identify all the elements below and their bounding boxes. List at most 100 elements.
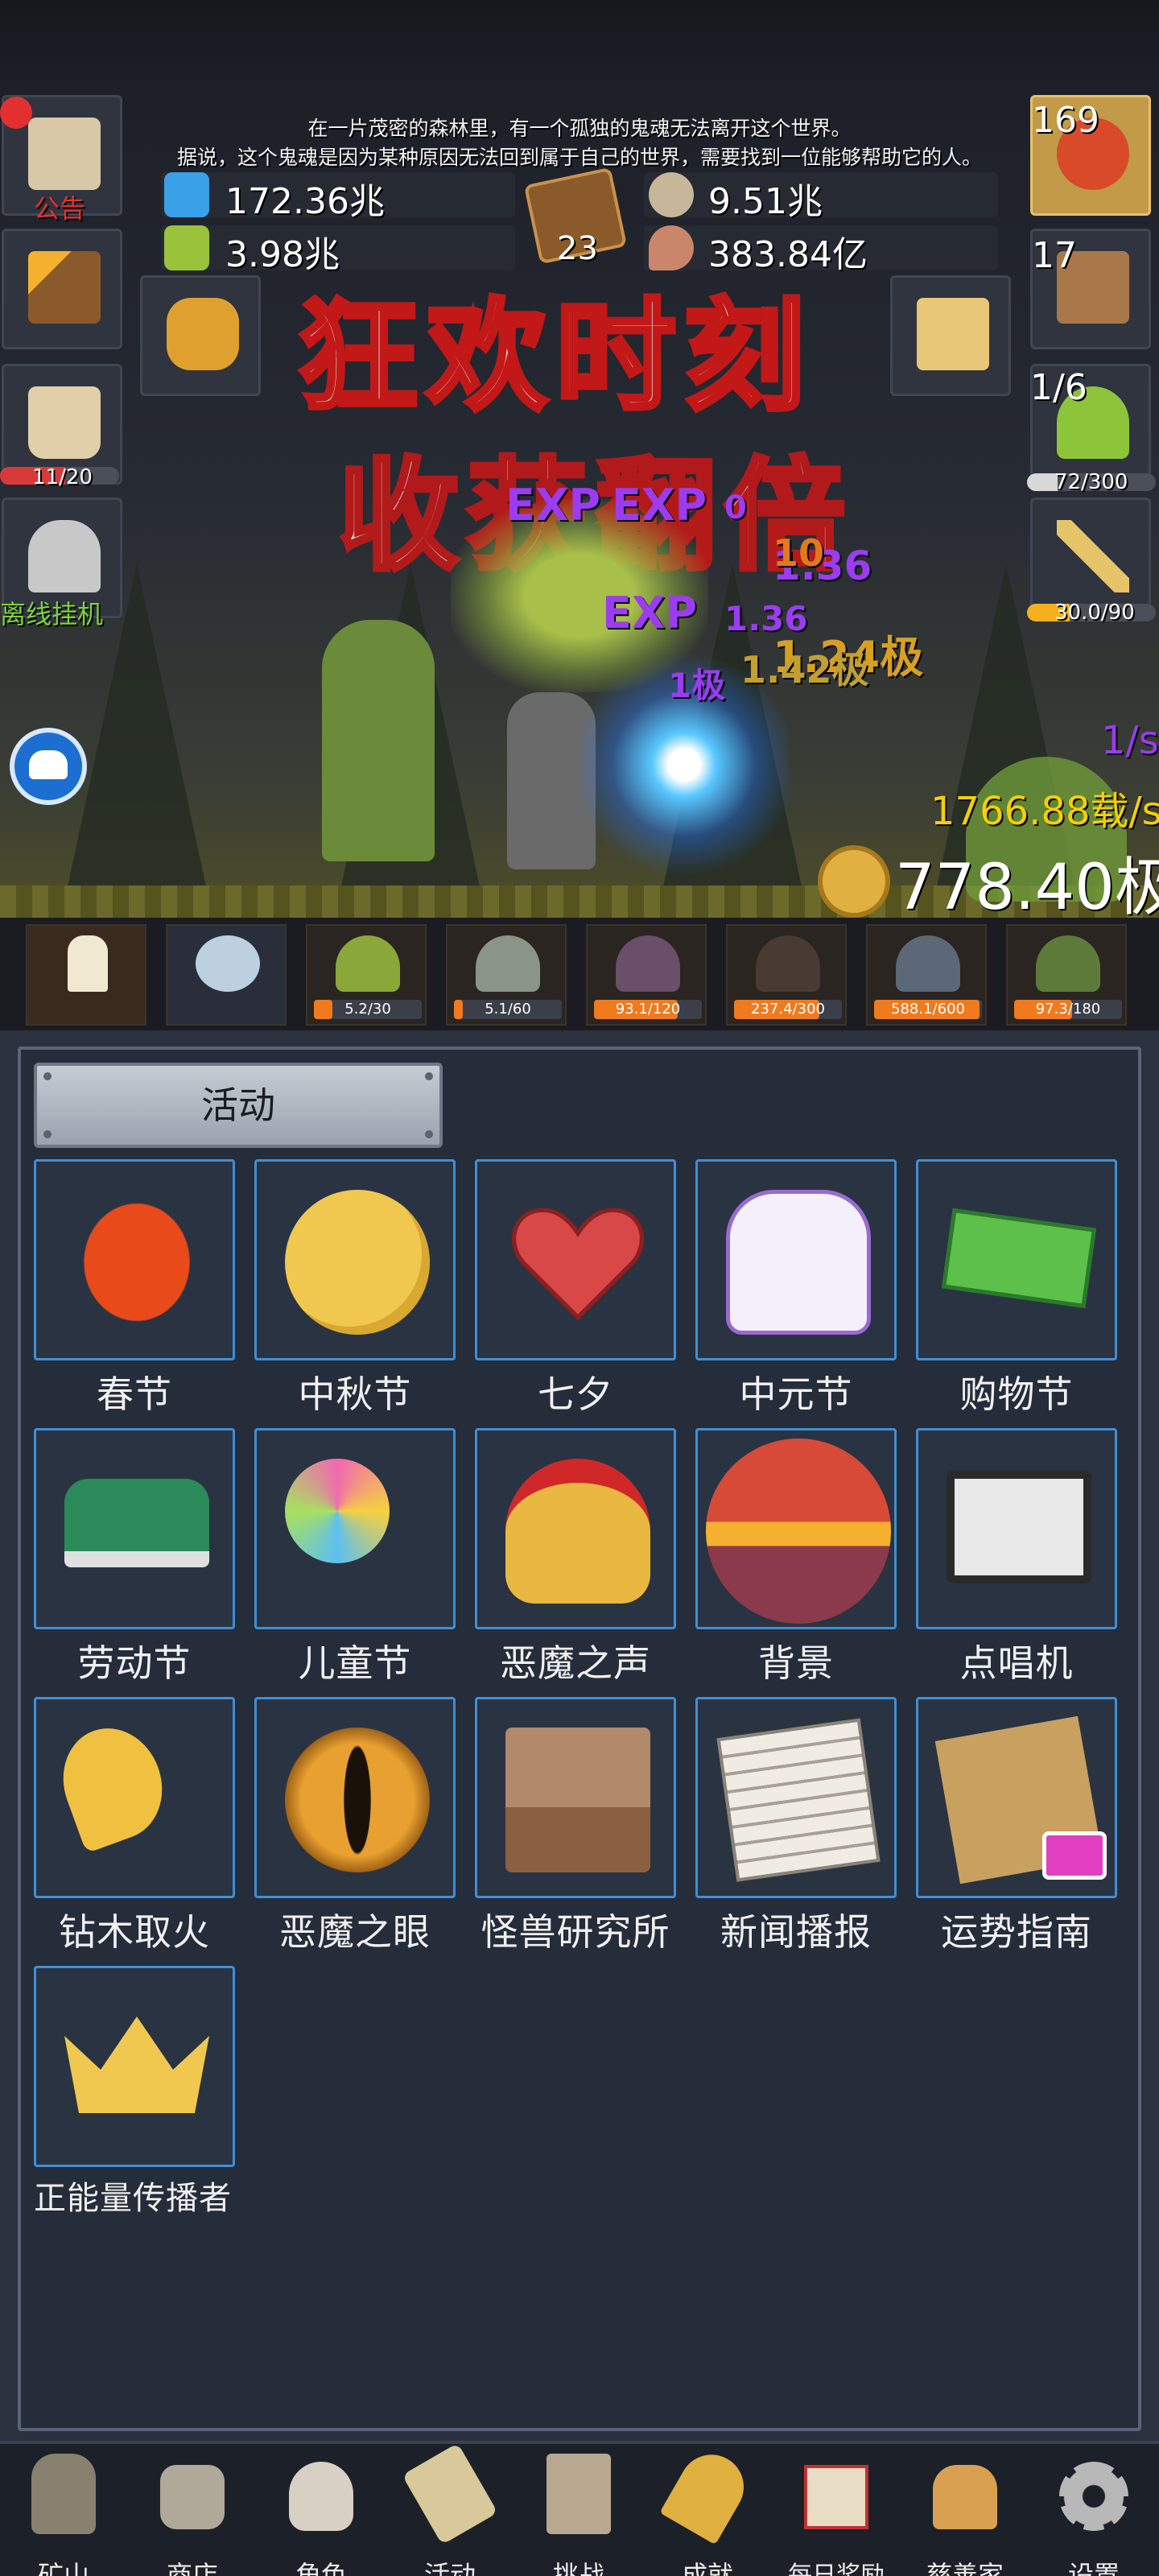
nav-settings[interactable]: 设置 <box>1033 2449 1154 2576</box>
activity-label: 正能量传播者 <box>34 2180 232 2217</box>
coin-small-icon <box>649 172 694 217</box>
nav-label: 活动 <box>423 2560 476 2576</box>
monster-slot[interactable]: 5.1/60 <box>446 924 567 1026</box>
activity-item-qixi[interactable]: 七夕 <box>475 1159 676 1418</box>
tab-activity-label: 活动 <box>201 1084 275 1127</box>
monster-progress-text: 5.2/30 <box>344 1001 391 1018</box>
activity-item-jukebox[interactable]: 点唱机 <box>916 1428 1117 1687</box>
activity-tile[interactable] <box>254 1428 456 1629</box>
monster-slot[interactable]: 5.2/30 <box>306 924 427 1026</box>
sunset-icon <box>706 1439 891 1624</box>
monster-slot[interactable]: 588.1/600 <box>866 924 987 1026</box>
crown-icon <box>64 2017 209 2113</box>
slime-progress-text: 72/300 <box>1054 470 1128 494</box>
activity-tile[interactable] <box>254 1697 456 1898</box>
egg-slot[interactable] <box>166 924 287 1026</box>
activity-item-ghost-festival[interactable]: 中元节 <box>695 1159 897 1418</box>
goblin-icon <box>1036 935 1100 992</box>
activity-item-fire-drill[interactable]: 钻木取火 <box>34 1697 235 1956</box>
game-scene[interactable]: 在一片茂密的森林里，有一个孤独的鬼魂无法离开这个世界。 据说，这个鬼魂是因为某种… <box>0 0 1159 1030</box>
nav-character[interactable]: 角色 <box>261 2449 382 2576</box>
income-rate: 1766.88载/s <box>930 789 1159 834</box>
activity-item-demon-voice[interactable]: 恶魔之声 <box>475 1428 676 1687</box>
activity-tile[interactable] <box>34 1966 235 2167</box>
newspaper-icon <box>716 1718 881 1882</box>
monster-selector: 5.2/30 5.1/60 93.1/120 237.4/300 588.1/6… <box>0 918 1159 1030</box>
activity-tile[interactable] <box>916 1697 1117 1898</box>
tab-activity[interactable]: 活动 <box>34 1063 443 1148</box>
activity-tile[interactable] <box>916 1159 1117 1360</box>
activity-tile[interactable] <box>34 1428 235 1629</box>
activity-label: 恶魔之声 <box>500 1641 651 1685</box>
activity-tile[interactable] <box>475 1428 676 1629</box>
activity-label: 购物节 <box>959 1373 1074 1416</box>
activity-item-positive-energy[interactable]: 正能量传播者 <box>34 1966 235 2219</box>
potion-count: 169 <box>1032 100 1099 141</box>
player-character <box>322 620 435 861</box>
nav-achievement[interactable]: 成就 <box>647 2442 768 2576</box>
rivet <box>43 1072 52 1080</box>
activity-item-labor-day[interactable]: 劳动节 <box>34 1428 235 1687</box>
exp-popup: EXP <box>505 480 601 530</box>
gear-icon <box>1059 2462 1128 2531</box>
damage-number: 1.42极 <box>740 648 869 691</box>
story-line-2: 据说，这个鬼魂是因为某种原因无法回到属于自己的世界，需要找到一位能够帮助它的人。 <box>176 146 982 169</box>
spider-icon <box>756 935 820 992</box>
activity-tile[interactable] <box>916 1428 1117 1629</box>
rivet <box>425 1130 433 1138</box>
rivet <box>425 1072 433 1080</box>
activity-tile[interactable] <box>254 1159 456 1360</box>
activity-item-mid-autumn[interactable]: 中秋节 <box>254 1159 456 1418</box>
scroll-icon <box>28 118 101 190</box>
nav-label: 挑战 <box>552 2560 604 2576</box>
activity-label: 新闻播报 <box>720 1910 872 1954</box>
activity-tile[interactable] <box>695 1697 897 1898</box>
nav-daily-reward[interactable]: 每日奖励 <box>776 2449 897 2576</box>
activity-tile[interactable] <box>695 1428 897 1629</box>
monster-slot[interactable]: 97.3/180 <box>1006 924 1127 1026</box>
activity-tile[interactable] <box>34 1159 235 1360</box>
activity-label: 中元节 <box>739 1373 853 1416</box>
chat-bubble-button[interactable] <box>10 728 87 805</box>
activity-tile[interactable] <box>34 1697 235 1898</box>
monster-progress-text: 237.4/300 <box>751 1001 825 1018</box>
nav-mine[interactable]: 矿山 <box>3 2449 124 2576</box>
nav-activity[interactable]: 活动 <box>390 2442 510 2576</box>
torch-button[interactable] <box>2 229 122 349</box>
candle-slot[interactable] <box>26 924 146 1026</box>
cassette-icon <box>947 1471 1091 1583</box>
damage-number: 0 <box>724 489 747 526</box>
activity-item-demon-eye[interactable]: 恶魔之眼 <box>254 1697 456 1956</box>
nav-shop[interactable]: 商店 <box>132 2449 253 2576</box>
activity-item-childrens-day[interactable]: 儿童节 <box>254 1428 456 1687</box>
activity-item-monster-lab[interactable]: 怪兽研究所 <box>475 1697 676 1956</box>
activity-item-background[interactable]: 背景 <box>695 1428 897 1687</box>
activity-label: 春节 <box>97 1373 172 1416</box>
monster-slot[interactable]: 237.4/300 <box>726 924 847 1026</box>
monster-progress-text: 93.1/120 <box>615 1001 681 1018</box>
activity-item-shopping-festival[interactable]: 购物节 <box>916 1159 1117 1418</box>
activity-tile[interactable] <box>475 1159 676 1360</box>
activity-label: 七夕 <box>538 1373 613 1416</box>
nav-challenge[interactable]: 挑战 <box>518 2449 639 2576</box>
bottom-nav: 矿山 商店 角色 活动 挑战 成就 每日奖励 慈善家 设置 <box>0 2441 1159 2576</box>
hooded-ghost-icon <box>896 935 960 992</box>
activity-item-fortune[interactable]: 运势指南 <box>916 1697 1117 1956</box>
eye-icon <box>285 1728 430 1872</box>
exp-popup: EXP <box>602 588 698 638</box>
monster-progress-bar: 588.1/600 <box>874 1000 982 1019</box>
activity-item-news[interactable]: 新闻播报 <box>695 1697 897 1956</box>
butter-button[interactable] <box>890 275 1011 396</box>
activity-tile[interactable] <box>475 1697 676 1898</box>
nav-philanthropist[interactable]: 慈善家 <box>905 2449 1025 2576</box>
activity-tile[interactable] <box>695 1159 897 1360</box>
activity-item-spring-festival[interactable]: 春节 <box>34 1159 235 1418</box>
monster-progress-text: 588.1/600 <box>891 1001 965 1018</box>
nav-label: 成就 <box>681 2560 733 2576</box>
golden-key-button[interactable] <box>140 275 261 396</box>
heart-icon <box>511 1208 645 1321</box>
monster-slot[interactable]: 93.1/120 <box>586 924 707 1026</box>
slime-progress-fill <box>1027 473 1058 491</box>
candle-icon <box>68 935 108 992</box>
lantern-icon <box>31 2454 96 2534</box>
